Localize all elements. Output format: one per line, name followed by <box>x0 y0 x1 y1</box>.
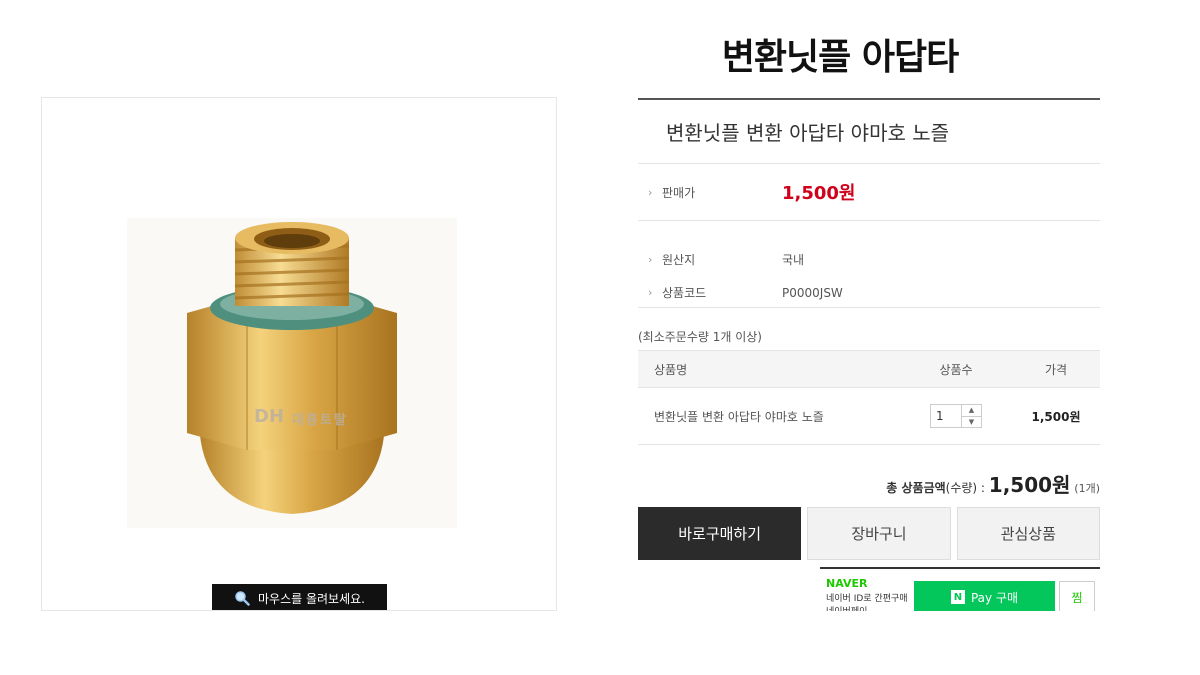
naver-pay-button-label: Pay 구매 <box>970 590 1019 605</box>
code-label: 상품코드 <box>662 286 707 300</box>
page-title: 변환닛플 아답타 <box>721 37 959 78</box>
zoom-hint-text: 마우스를 올려보세요. <box>258 591 365 606</box>
column-header-name: 상품명 <box>638 350 900 388</box>
origin-value: 국내 <box>782 253 805 267</box>
order-table: 상품명 상품수 가격 변환닛플 변환 아답타 야마호 노즐 ▲ ▼ 1,500원 <box>638 350 1100 445</box>
origin-row: › 원산지 국내 <box>638 243 1100 276</box>
chevron-right-icon: › <box>648 185 653 199</box>
product-image-panel[interactable]: DH 대흥토탈 마우스를 올려보세요. <box>41 97 557 611</box>
total-label: 총 상품금액 <box>886 481 946 495</box>
total-amount: 1,500원 <box>988 473 1071 497</box>
naver-pay-button[interactable]: N Pay 구매 <box>914 581 1055 611</box>
chevron-right-icon: › <box>648 286 653 299</box>
naver-jjim-button[interactable]: 찜 <box>1059 581 1095 611</box>
naver-pay-description: 네이버 ID로 간편구매 네이버페이 <box>826 594 908 611</box>
total-qty-label: (수량) : <box>945 481 985 495</box>
action-buttons: 바로구매하기 장바구니 관심상품 <box>638 507 1100 560</box>
origin-label: 원산지 <box>662 253 696 267</box>
product-info: 변환닛플 변환 아답타 야마호 노즐 › 판매가 1,500원 › 원산지 국내… <box>638 98 1100 560</box>
meta-block: › 원산지 국내 › 상품코드 P0000JSW <box>638 221 1100 308</box>
wishlist-button[interactable]: 관심상품 <box>956 507 1100 560</box>
quantity-input[interactable] <box>931 405 961 427</box>
magnifier-icon <box>235 591 250 606</box>
naver-pay-section: NAVER 네이버 ID로 간편구매 네이버페이 N Pay 구매 찜 <box>820 567 1100 611</box>
naver-n-icon: N <box>950 590 965 604</box>
min-order-note: (최소주문수량 1개 이상) <box>638 330 762 344</box>
price-label: 판매가 <box>662 185 696 200</box>
watermark-logo: DH <box>254 406 285 427</box>
quantity-up-button[interactable]: ▲ <box>962 405 981 416</box>
table-row: 변환닛플 변환 아답타 야마호 노즐 ▲ ▼ 1,500원 <box>638 387 1100 445</box>
total-count: (1개) <box>1074 482 1100 495</box>
row-product-name: 변환닛플 변환 아답타 야마호 노즐 <box>638 387 900 445</box>
add-to-cart-button[interactable]: 장바구니 <box>807 507 951 560</box>
buy-now-button[interactable]: 바로구매하기 <box>638 507 802 560</box>
quantity-stepper[interactable]: ▲ ▼ <box>930 404 982 428</box>
chevron-right-icon: › <box>648 253 653 266</box>
total-summary: 총 상품금액(수량) : 1,500원 (1개) <box>638 445 1100 507</box>
column-header-qty: 상품수 <box>900 350 1012 388</box>
price-row: › 판매가 1,500원 <box>638 164 1100 221</box>
naver-logo: NAVER <box>826 577 868 590</box>
code-row: › 상품코드 P0000JSW <box>638 276 1100 309</box>
column-header-price: 가격 <box>1012 350 1100 388</box>
code-value: P0000JSW <box>782 285 843 300</box>
quantity-buttons: ▲ ▼ <box>961 405 981 427</box>
watermark-text: 대흥토탈 <box>292 413 348 428</box>
price-value: 1,500원 <box>782 183 856 204</box>
product-name: 변환닛플 변환 아답타 야마호 노즐 <box>638 100 1100 164</box>
row-price: 1,500원 <box>1012 387 1100 445</box>
zoom-hint: 마우스를 올려보세요. <box>212 584 387 610</box>
product-image <box>127 218 457 528</box>
quantity-cell: ▲ ▼ <box>900 387 1012 445</box>
quantity-down-button[interactable]: ▼ <box>962 415 981 428</box>
